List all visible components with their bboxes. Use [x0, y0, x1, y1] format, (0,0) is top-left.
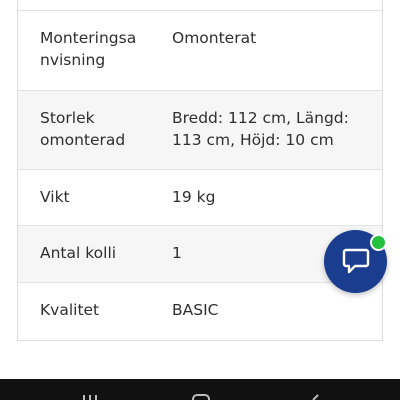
spec-row-weight: Vikt 19 kg	[18, 169, 382, 225]
recent-apps-icon	[80, 385, 102, 404]
spec-row-top	[18, 0, 382, 10]
back-button[interactable]	[305, 379, 327, 401]
product-specs-table: Monteringsa nvisning Omonterat Storlek o…	[17, 0, 383, 341]
online-status-dot	[370, 234, 387, 251]
chat-bubble-icon	[341, 245, 371, 279]
spec-label: Vikt	[40, 188, 70, 206]
spec-value: BASIC	[172, 301, 219, 319]
spec-row-mounting: Monteringsa nvisning Omonterat	[18, 10, 382, 90]
spec-row-size: Storlek omonterad Bredd: 112 cm, Längd: …	[18, 90, 382, 169]
spec-label: Antal kolli	[40, 244, 117, 262]
system-navigation-bar	[0, 379, 400, 404]
spec-label: Monteringsa nvisning	[40, 29, 137, 69]
spec-row-quality: Kvalitet BASIC	[18, 282, 382, 341]
spec-value: Omonterat	[172, 29, 257, 47]
spec-value: Bredd: 112 cm, Längd: 113 cm, Höjd: 10 c…	[172, 109, 349, 149]
recent-apps-button[interactable]	[80, 379, 102, 403]
spec-label: Kvalitet	[40, 301, 100, 319]
back-icon	[305, 385, 327, 404]
spec-value: 19 kg	[172, 188, 216, 206]
spec-label: Storlek omonterad	[40, 109, 126, 149]
home-icon	[190, 385, 212, 404]
home-button[interactable]	[190, 379, 212, 404]
